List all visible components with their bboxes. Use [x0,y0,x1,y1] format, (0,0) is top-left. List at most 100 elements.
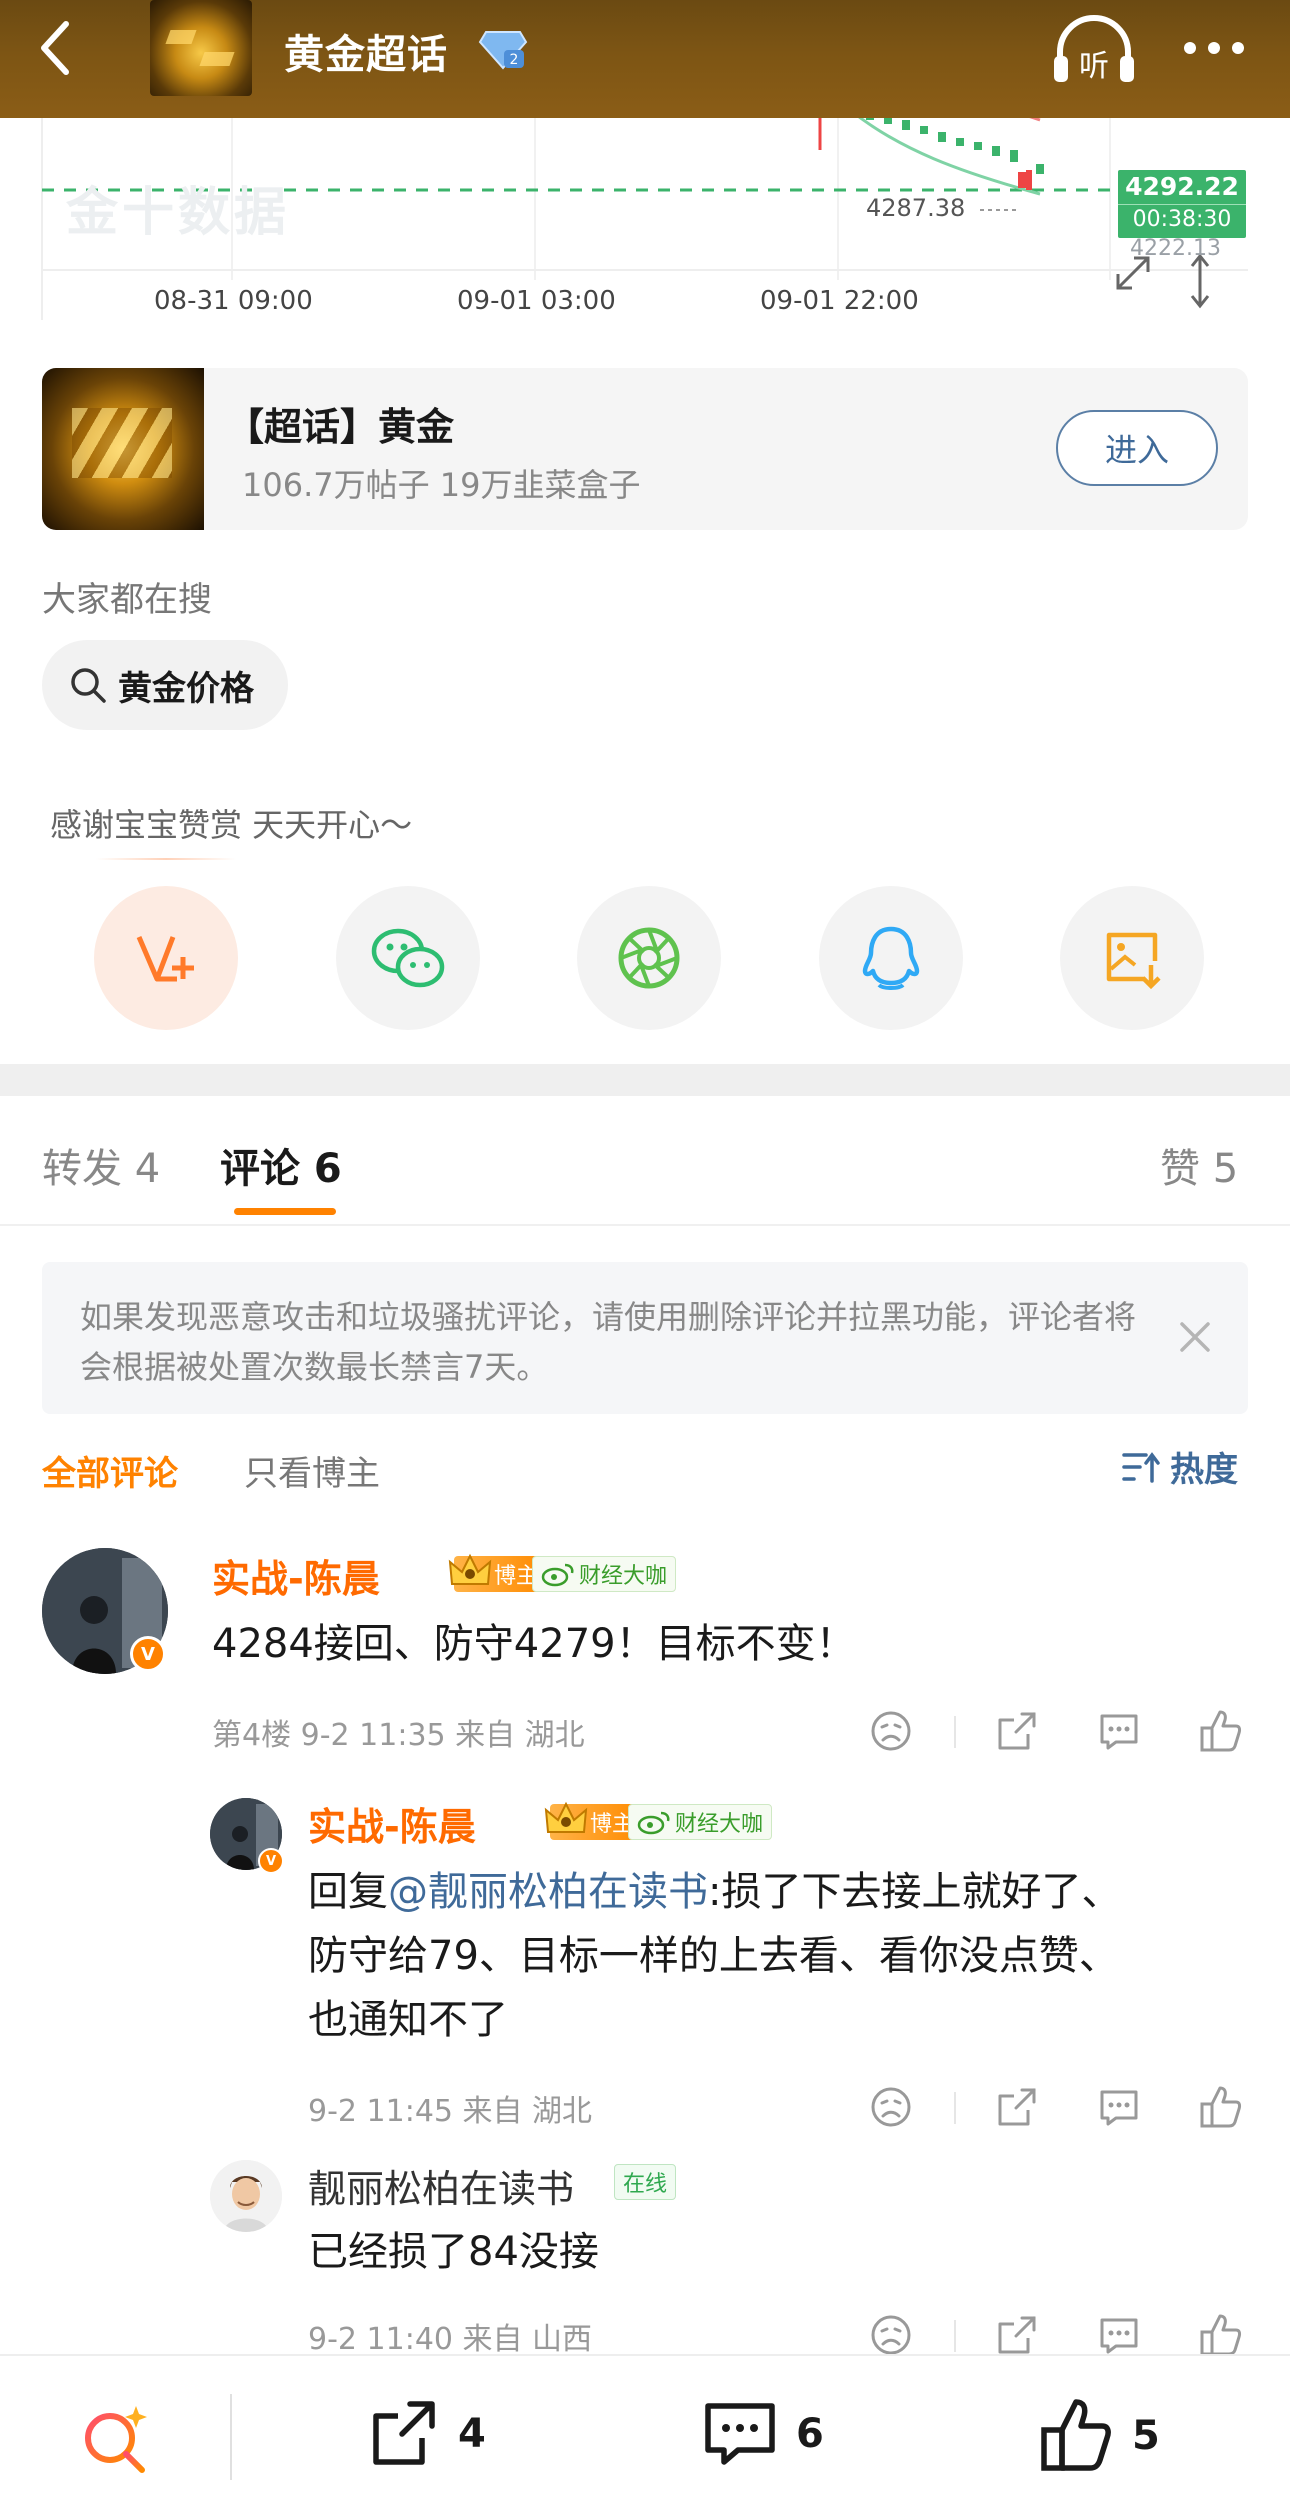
like-icon[interactable] [1198,2084,1244,2130]
search-icon [71,668,106,703]
share-icon[interactable] [994,2084,1040,2130]
tab-repost[interactable]: 转发 4 [42,1136,160,1194]
weibo-icon [637,1811,670,1835]
avatar[interactable] [210,2160,282,2232]
crown-icon [448,1553,492,1585]
comment-icon[interactable] [1096,1708,1142,1754]
divider [230,2394,232,2480]
like-icon[interactable] [1198,1708,1244,1754]
current-price: 4292.22 [1125,172,1239,201]
vip-reward-icon [136,936,194,982]
comment-actions [868,2084,1248,2134]
verified-badge-icon: V [130,1636,166,1672]
comment-meta: 第4楼 9-2 11:35 来自 湖北 [212,1718,585,1753]
section-divider [0,1064,1290,1096]
weibo-icon [541,1563,574,1587]
topic-card-title: 【超话】黄金 [226,405,455,449]
comment-meta: 9-2 11:45 来自 湖北 [308,2094,593,2129]
online-badge: 在线 [614,2164,677,2200]
commenter-name[interactable]: 靓丽松柏在读书 [308,2158,574,2213]
candle-countdown: 00:38:30 [1118,204,1246,235]
reward-thanks-text: 感谢宝宝赞赏 天天开心～ [50,806,413,844]
sort-button[interactable]: 热度 [1120,1442,1238,1491]
enter-button[interactable]: 进入 [1056,410,1218,486]
dislike-face-icon[interactable] [868,2084,914,2130]
topic-card-image [42,368,204,530]
listen-button[interactable]: 听 [1050,12,1138,88]
repost-count: 4 [458,2411,486,2457]
save-image-button[interactable] [1060,886,1204,1030]
dislike-face-icon[interactable] [868,1708,914,1754]
filter-all-comments[interactable]: 全部评论 [42,1446,178,1495]
divider [954,2092,956,2124]
dislike-face-icon[interactable] [868,2312,914,2358]
repost-button[interactable]: 4 [366,2396,486,2472]
comment-text: 4284接回、防守4279！目标不变！ [212,1621,856,1667]
divider [96,858,236,860]
current-price-box: 4292.22 00:38:30 [1118,170,1246,238]
finance-badge: 财经大咖 [628,1804,773,1840]
chart-watermark: 金十数据 [66,183,291,243]
more-dots-icon [1184,42,1244,54]
share-wechat-button[interactable] [335,886,480,1030]
finance-badge: 财经大咖 [532,1556,677,1592]
close-notice-button[interactable] [1172,1314,1218,1360]
vip-reward-button[interactable] [94,886,238,1030]
comment-icon [705,2403,775,2465]
share-moments-button[interactable] [577,886,721,1030]
comment-text: 已经损了84没接 [308,2229,599,2275]
svg-text:2: 2 [510,52,519,68]
close-icon [1180,1322,1210,1352]
share-row [94,886,1204,1030]
repost-icon [373,2401,435,2465]
sort-label: 热度 [1170,1450,1238,1490]
reply-prefix: 回复 [308,1869,388,1915]
comment-icon[interactable] [1096,2312,1142,2358]
finance-badge-label: 财经大咖 [579,1564,668,1589]
super-topic-card[interactable]: 【超话】黄金 106.7万帖子 19万韭菜盒子 进入 [42,368,1248,530]
share-qq-button[interactable] [818,886,963,1030]
tab-comments[interactable]: 评论 6 [220,1136,342,1194]
commenter-name[interactable]: 实战-陈晨 [308,1796,476,1851]
svg-text:听: 听 [1079,49,1109,84]
comment-button[interactable]: 6 [700,2396,824,2472]
chart-low-label: 4287.38 [866,194,966,222]
verified-badge-icon: V [258,1848,284,1874]
filter-owner-only[interactable]: 只看博主 [244,1446,380,1495]
back-button[interactable] [26,18,86,78]
reply-text-line: :损了下去接上就好了、 [708,1869,1122,1915]
chart-below-price: 4222.13 [1130,236,1221,261]
x-tick-label: 09-01 22:00 [760,286,919,316]
comment-notice: 如果发现恶意攻击和垃圾骚扰评论，请使用删除评论并拉黑功能，评论者将会根据被处置次… [42,1262,1248,1414]
headphones-icon: 听 [1054,15,1134,84]
ai-search-icon [85,2406,147,2473]
like-button[interactable]: 5 [1036,2396,1160,2476]
search-chip-label: 黄金价格 [118,668,254,709]
more-button[interactable] [1176,18,1252,78]
comment-icon[interactable] [1096,2084,1142,2130]
like-icon [1041,2399,1111,2471]
qq-icon [862,926,919,990]
chevron-left-icon [41,21,69,75]
topic-thumbnail[interactable] [150,0,252,96]
share-icon[interactable] [994,1708,1040,1754]
notice-text: 如果发现恶意攻击和垃圾骚扰评论，请使用删除评论并拉黑功能，评论者将会根据被处置次… [80,1298,1137,1386]
comment-actions [868,1708,1248,1758]
expand-vertical-icon[interactable] [1190,253,1210,309]
reply-text: 回复@靓丽松柏在读书:损了下去接上就好了、 防守给79、目标一样的上去看、看你没… [308,1860,1258,2052]
bottom-action-bar: 4 6 5 [0,2354,1290,2517]
share-icon[interactable] [994,2312,1040,2358]
tab-likes[interactable]: 赞 5 [1160,1136,1238,1194]
finance-badge-label: 财经大咖 [675,1812,764,1837]
search-suggestion-chip[interactable]: 黄金价格 [42,640,288,730]
like-icon[interactable] [1198,2312,1244,2358]
price-chart[interactable]: 金十数据 4287.38 4222.13 4292.22 00:38:30 08… [0,110,1290,328]
active-tab-indicator [234,1208,336,1215]
fullscreen-icon[interactable] [1116,256,1150,290]
commenter-name[interactable]: 实战-陈晨 [212,1548,380,1603]
crown-icon [544,1801,588,1833]
topic-card-stats: 106.7万帖子 19万韭菜盒子 [242,466,641,504]
mention-link[interactable]: @靓丽松柏在读书 [388,1869,708,1915]
ai-search-button[interactable] [78,2402,154,2478]
comment-meta: 9-2 11:40 来自 山西 [308,2322,593,2357]
